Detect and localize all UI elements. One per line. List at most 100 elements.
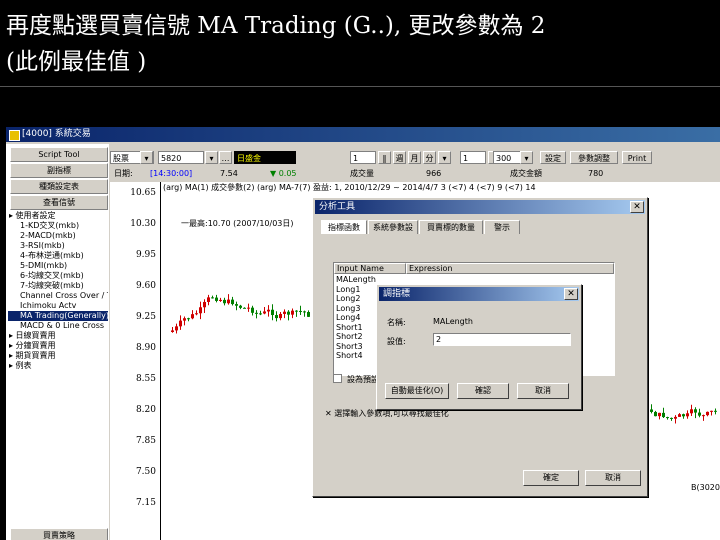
param-cancel-button[interactable]: 取消 <box>517 383 569 399</box>
tab-indicator-functions[interactable]: 指標函數 <box>321 220 367 234</box>
input-row[interactable]: Short4 <box>336 351 363 360</box>
candle-body <box>271 309 274 316</box>
volume-label: 成交量 <box>350 169 374 178</box>
trading-strategy-button[interactable]: 買賣策略 <box>10 528 108 540</box>
tree-item[interactable]: ▸ 例表 <box>8 361 108 371</box>
tree-item[interactable]: 3-RSI(mkb) <box>8 241 108 251</box>
candle-body <box>287 311 290 315</box>
chevron-down-icon[interactable]: ▾ <box>520 151 533 164</box>
input-row[interactable]: Short1 <box>336 323 363 332</box>
tab-alerts[interactable]: 警示 <box>484 220 520 234</box>
candle-body <box>215 297 218 301</box>
tab-trade-quantity[interactable]: 買賣標的數量 <box>419 220 483 234</box>
candle-body <box>710 410 713 412</box>
input-row[interactable]: Short3 <box>336 342 363 351</box>
tree-item[interactable]: Ichimoku Actv <box>8 301 108 311</box>
view-signals-button[interactable]: 查看信號 <box>10 195 108 210</box>
candle-body <box>191 314 194 319</box>
freq-month-button[interactable]: 月 <box>408 151 421 164</box>
close-icon[interactable]: ✕ <box>564 288 578 300</box>
candle-body <box>682 414 685 417</box>
col-input-name[interactable]: Input Name <box>334 263 406 274</box>
auto-optimize-button[interactable]: 自動最佳化(O) <box>385 383 449 399</box>
y-axis: 10.65 10.30 9.95 9.60 9.25 8.90 8.55 8.20 7.85 7.… <box>110 182 161 540</box>
tree-item[interactable]: MACD & 0 Line Cross <box>8 321 108 331</box>
input-row[interactable]: Long2 <box>336 294 360 303</box>
tree-item[interactable]: ▸ 日線買賣用 <box>8 331 108 341</box>
stock-name: 日盛金 <box>234 151 296 164</box>
tree-item[interactable]: ▸ 使用者設定 <box>8 211 108 221</box>
candle-body <box>670 417 673 419</box>
window-title: [4000] 系統交易 <box>22 129 91 139</box>
chevron-down-icon[interactable]: ▾ <box>205 151 218 164</box>
y-tick-label: 9.95 <box>135 250 156 260</box>
param-dialog: 調指標 ✕ 名稱: MALength 設值: 2 自動最佳化(O) 確認 取消 <box>376 284 582 410</box>
chart-high-annotation: 一最高:10.70 (2007/10/03日) <box>181 219 294 228</box>
tree-item[interactable]: 5-DMI(mkb) <box>8 261 108 271</box>
candle-body <box>247 307 250 309</box>
candle-body <box>650 409 653 412</box>
candle-body <box>275 315 278 319</box>
candle-body <box>183 318 186 321</box>
y-tick-label: 7.85 <box>135 436 156 446</box>
tree-item[interactable]: 6-均線交叉(mkb) <box>8 271 108 281</box>
param-adjust-button[interactable]: 參數調整 <box>570 151 618 164</box>
slide-title-line2: (此例最佳值 ) <box>6 49 147 75</box>
tab-system-params[interactable]: 系統參數設 <box>368 220 418 234</box>
close-icon[interactable]: ✕ <box>630 201 644 213</box>
type-settings-button[interactable]: 種類設定表 <box>10 179 108 194</box>
amount-label: 成交金額 <box>510 169 542 178</box>
col-expression[interactable]: Expression <box>406 263 614 274</box>
candle-body <box>267 309 270 312</box>
candle-body <box>195 313 198 315</box>
code-input[interactable]: 5820 <box>158 151 204 164</box>
input-row[interactable]: Long4 <box>336 313 360 322</box>
sub-indicator-button[interactable]: 副指標 <box>10 163 108 178</box>
candle-body <box>171 330 174 332</box>
candle-body <box>207 297 210 302</box>
amount-value: 780 <box>588 169 604 178</box>
tree-item[interactable]: 2-MACD(mkb) <box>8 231 108 241</box>
chevron-down-icon[interactable]: ▾ <box>438 151 451 164</box>
tree-item[interactable]: ▸ 期貨買賣用 <box>8 351 108 361</box>
input-row[interactable]: MALength <box>336 275 376 284</box>
search-icon[interactable]: … <box>219 151 232 164</box>
script-tool-button[interactable]: Script Tool <box>10 147 108 162</box>
print-button[interactable]: Print <box>622 151 652 164</box>
param-value-input[interactable]: 2 <box>433 333 571 346</box>
tree-item[interactable]: MA Trading(Generally) <box>8 311 108 321</box>
count-input[interactable]: 1 <box>460 151 486 164</box>
param-ok-button[interactable]: 確認 <box>457 383 509 399</box>
ok-button[interactable]: 確定 <box>523 470 579 486</box>
input-row[interactable]: Long3 <box>336 304 360 313</box>
param-dialog-title: 調指標 <box>383 289 411 299</box>
settings-button[interactable]: 設定 <box>540 151 566 164</box>
y-tick-label: 8.55 <box>135 374 156 384</box>
candle-body <box>179 320 182 327</box>
chevron-down-icon[interactable]: ▾ <box>140 151 153 164</box>
time-value: [14:30:00] <box>150 169 193 178</box>
cancel-button[interactable]: 取消 <box>585 470 641 486</box>
y-tick-label: 7.15 <box>135 498 156 508</box>
candle-body <box>175 326 178 331</box>
tree-item[interactable]: 4-布林逆通(mkb) <box>8 251 108 261</box>
tree-item[interactable]: ▸ 分鐘買賣用 <box>8 341 108 351</box>
tree-item[interactable]: Channel Cross Over / T <box>8 291 108 301</box>
candle-body <box>227 299 230 304</box>
tree-item[interactable]: 1-KD交叉(mkb) <box>8 221 108 231</box>
analysis-dialog-title: 分析工具 <box>319 202 356 212</box>
tree-item[interactable]: 7-均線突破(mkb) <box>8 281 108 291</box>
input-row[interactable]: Long1 <box>336 285 360 294</box>
y-tick-label: 10.30 <box>130 219 156 229</box>
period-input[interactable]: 1 <box>350 151 376 164</box>
price-value: 7.54 <box>220 169 238 178</box>
y-tick-label: 10.65 <box>130 188 156 198</box>
freq-week-button[interactable]: 週 <box>393 151 406 164</box>
y-tick-label: 7.50 <box>135 467 156 477</box>
candle-body <box>686 413 689 417</box>
pause-icon[interactable]: ‖ <box>378 151 391 164</box>
volume-value: 966 <box>426 169 442 178</box>
freq-minute-button[interactable]: 分 <box>423 151 436 164</box>
input-row[interactable]: Short2 <box>336 332 363 341</box>
default-checkbox[interactable] <box>333 374 342 383</box>
